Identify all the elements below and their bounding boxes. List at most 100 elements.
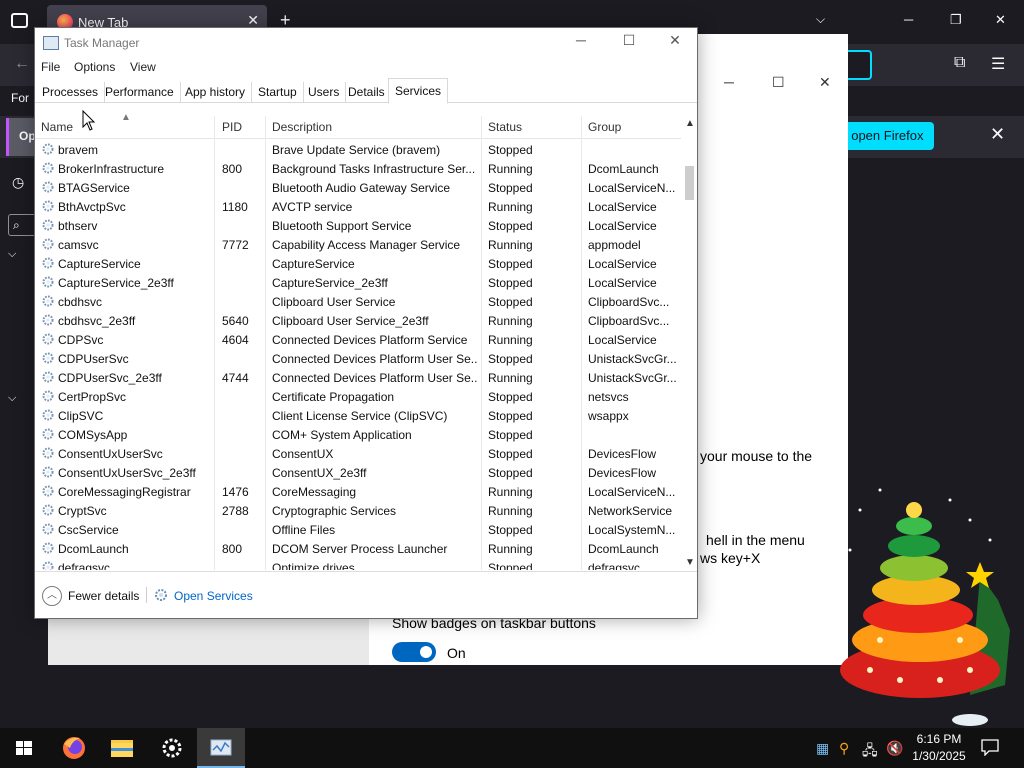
- tab-processes[interactable]: Processes: [36, 82, 106, 103]
- minimize-icon[interactable]: ─: [566, 32, 596, 54]
- task-manager-titlebar[interactable]: Task Manager ─ ☐ ✕: [35, 28, 697, 58]
- table-row[interactable]: cbdhsvc Clipboard User Service Stopped Clip…: [35, 292, 681, 311]
- task-manager-icon[interactable]: [197, 728, 245, 768]
- tab-services[interactable]: Services: [388, 78, 449, 104]
- notification-close-icon[interactable]: ✕: [990, 124, 1005, 145]
- table-row[interactable]: ConsentUxUserSvc_2e3ff ConsentUX_2e3ff Sto…: [35, 463, 681, 482]
- service-name: COMSysApp: [58, 428, 128, 442]
- close-icon[interactable]: ✕: [660, 32, 690, 54]
- column-header-pid[interactable]: PID: [222, 120, 242, 134]
- history-clock-icon[interactable]: ◷: [12, 174, 24, 191]
- expand-chevron-icon[interactable]: ⌵: [8, 248, 16, 261]
- tab-app-history[interactable]: App history: [179, 82, 253, 103]
- table-row[interactable]: COMSysApp COM+ System Application Stopped: [35, 425, 681, 444]
- windows-start-icon[interactable]: [0, 728, 48, 768]
- network-icon[interactable]: 🖧: [862, 740, 878, 764]
- table-row[interactable]: BTAGService Bluetooth Audio Gateway Servi…: [35, 178, 681, 197]
- service-name: CaptureService: [58, 257, 141, 271]
- open-services-link[interactable]: Open Services: [174, 589, 253, 603]
- fewer-details-link[interactable]: Fewer details: [68, 589, 139, 603]
- settings-winx-text: ws key+X: [700, 550, 761, 566]
- expand-chevron-icon-2[interactable]: ⌵: [8, 392, 16, 405]
- open-firefox-button[interactable]: , open Firefox: [836, 122, 934, 150]
- menu-view[interactable]: View: [130, 60, 156, 74]
- table-row[interactable]: CDPSvc 4604 Connected Devices Platform Ser…: [35, 330, 681, 349]
- back-arrow-icon[interactable]: ←: [14, 55, 30, 73]
- system-clock[interactable]: 6:16 PM 1/30/2025: [908, 731, 970, 765]
- service-status: Stopped: [488, 409, 533, 423]
- column-header-group[interactable]: Group: [588, 120, 621, 134]
- table-row[interactable]: ConsentUxUserSvc ConsentUX Stopped DevicesF…: [35, 444, 681, 463]
- services-list: bravem Brave Update Service (bravem) Stopp…: [35, 140, 681, 570]
- service-gear-icon: [42, 447, 54, 459]
- table-row[interactable]: bravem Brave Update Service (bravem) Stopp…: [35, 140, 681, 159]
- column-header-name[interactable]: Name: [41, 120, 73, 134]
- service-group: LocalService: [588, 333, 657, 347]
- vertical-scrollbar[interactable]: ▲ ▼: [681, 116, 697, 570]
- tab-performance[interactable]: Performance: [99, 82, 181, 103]
- service-group: netsvcs: [588, 390, 629, 404]
- table-row[interactable]: BrokerInfrastructure 800 Background Tasks …: [35, 159, 681, 178]
- settings-gear-icon[interactable]: [148, 728, 196, 768]
- settings-minimize-icon[interactable]: ─: [724, 74, 734, 90]
- chevron-up-circle-icon[interactable]: ︿: [42, 586, 62, 606]
- volume-muted-icon[interactable]: 🔇: [886, 740, 903, 757]
- table-row[interactable]: CoreMessagingRegistrar 1476 CoreMessaging R…: [35, 482, 681, 501]
- table-row[interactable]: CDPUserSvc Connected Devices Platform Use…: [35, 349, 681, 368]
- menu-file[interactable]: File: [41, 60, 60, 74]
- extensions-puzzle-icon[interactable]: ⧉: [954, 54, 965, 72]
- settings-maximize-icon[interactable]: ☐: [772, 74, 785, 91]
- list-all-tabs-chevron-icon[interactable]: ⌵: [816, 12, 825, 27]
- scroll-up-icon[interactable]: ▲: [685, 118, 695, 129]
- menu-bar: File Options View: [35, 58, 697, 78]
- service-gear-icon: [42, 314, 54, 326]
- tab-users[interactable]: Users: [302, 82, 347, 103]
- service-pid: 2788: [222, 504, 249, 518]
- menu-options[interactable]: Options: [74, 60, 115, 74]
- column-header-description[interactable]: Description: [272, 120, 332, 134]
- service-gear-icon: [42, 542, 54, 554]
- service-name: CDPUserSvc: [58, 352, 129, 366]
- scrollbar-thumb[interactable]: [685, 166, 694, 200]
- restore-icon[interactable]: ❐: [950, 12, 962, 28]
- service-gear-icon: [42, 523, 54, 535]
- table-row[interactable]: cbdhsvc_2e3ff 5640 Clipboard User Service_…: [35, 311, 681, 330]
- settings-close-icon[interactable]: ✕: [819, 74, 831, 91]
- table-row[interactable]: CaptureService CaptureService Stopped Local…: [35, 254, 681, 273]
- tab-details[interactable]: Details: [342, 82, 392, 103]
- hamburger-menu-icon[interactable]: ☰: [991, 54, 1005, 74]
- service-status: Stopped: [488, 428, 533, 442]
- table-row[interactable]: camsvc 7772 Capability Access Manager Serv…: [35, 235, 681, 254]
- column-header-status[interactable]: Status: [488, 120, 522, 134]
- defender-shield-icon[interactable]: ▦: [816, 740, 829, 757]
- table-row[interactable]: ClipSVC Client License Service (ClipSVC) S…: [35, 406, 681, 425]
- firefox-view-icon[interactable]: [11, 13, 28, 28]
- service-gear-icon: [42, 276, 54, 288]
- service-name: CoreMessagingRegistrar: [58, 485, 191, 499]
- search-magnifier-icon[interactable]: ⚲: [839, 740, 849, 757]
- table-row[interactable]: CaptureService_2e3ff CaptureService_2e3ff…: [35, 273, 681, 292]
- table-row[interactable]: CertPropSvc Certificate Propagation Stoppe…: [35, 387, 681, 406]
- table-row[interactable]: CscService Offline Files Stopped LocalSyste…: [35, 520, 681, 539]
- file-explorer-icon[interactable]: [98, 728, 146, 768]
- table-row[interactable]: bthserv Bluetooth Support Service Stopped L…: [35, 216, 681, 235]
- settings-mouse-text: your mouse to the: [700, 448, 813, 464]
- service-gear-icon: [42, 143, 54, 155]
- table-row[interactable]: DcomLaunch 800 DCOM Server Process Launche…: [35, 539, 681, 558]
- close-icon[interactable]: ✕: [995, 12, 1006, 28]
- minimize-icon[interactable]: ─: [904, 12, 913, 27]
- scroll-down-icon[interactable]: ▼: [685, 557, 695, 568]
- table-row[interactable]: BthAvctpSvc 1180 AVCTP service Running Local…: [35, 197, 681, 216]
- badges-toggle[interactable]: [392, 642, 436, 662]
- maximize-icon[interactable]: ☐: [614, 32, 644, 54]
- firefox-icon[interactable]: [50, 728, 98, 768]
- table-row[interactable]: CryptSvc 2788 Cryptographic Services Runnin…: [35, 501, 681, 520]
- tab-startup[interactable]: Startup: [252, 82, 304, 103]
- service-group: defragsvc: [588, 561, 641, 570]
- service-name: CDPUserSvc_2e3ff: [58, 371, 162, 385]
- table-row[interactable]: defragsvc Optimize drives Stopped defragsvc: [35, 558, 681, 570]
- table-row[interactable]: CDPUserSvc_2e3ff 4744 Connected Devices Pl…: [35, 368, 681, 387]
- notification-center-icon[interactable]: [980, 738, 1000, 756]
- service-gear-icon: [42, 352, 54, 364]
- service-group: ClipboardSvc...: [588, 314, 670, 328]
